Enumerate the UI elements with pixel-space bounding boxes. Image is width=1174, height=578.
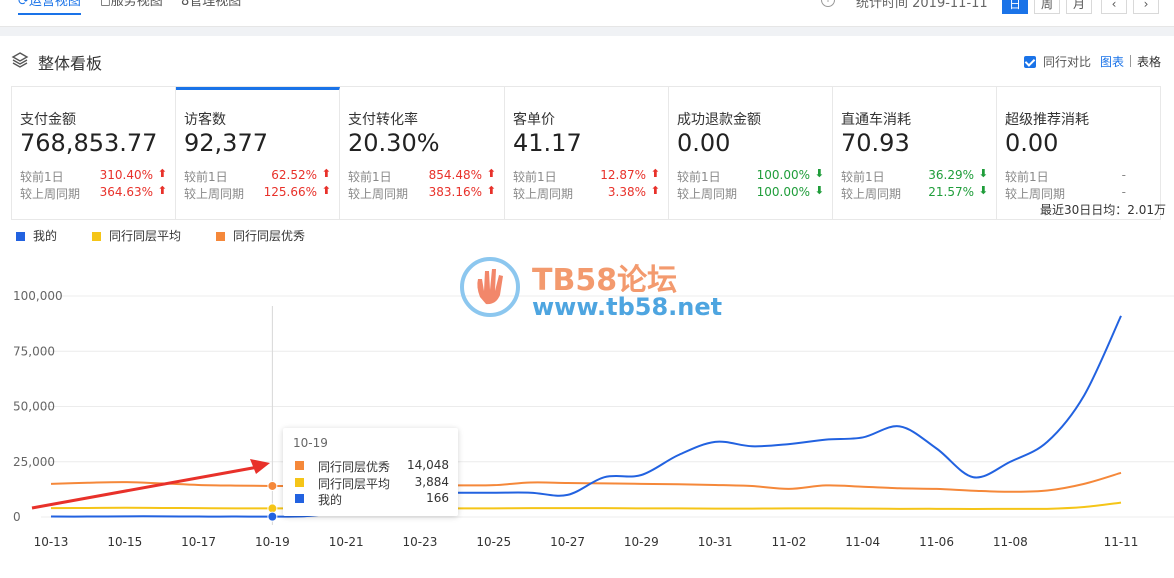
tooltip-swatch (295, 461, 304, 470)
x-tick-label: 10-17 (181, 535, 216, 549)
tooltip-value: 3,884 (414, 475, 449, 489)
y-tick-label: 100,000 (13, 289, 63, 303)
y-tick-label: 50,000 (13, 400, 55, 414)
x-tick-label: 10-31 (698, 535, 733, 549)
forum-watermark: TB58论坛 www.tb58.net (460, 255, 723, 325)
x-tick-label: 10-23 (403, 535, 438, 549)
x-tick-label: 10-29 (624, 535, 659, 549)
x-tick-label: 11-06 (919, 535, 954, 549)
tooltip-series-name: 同行同层平均 (318, 477, 391, 491)
tooltip-row-mine: 我的 166 (293, 491, 449, 507)
tooltip-swatch (295, 478, 304, 487)
tooltip-row-excellent: 同行同层优秀 14,048 (293, 458, 449, 474)
x-tick-label: 11-02 (771, 535, 806, 549)
x-tick-label: 10-21 (329, 535, 364, 549)
x-tick-label: 10-27 (550, 535, 585, 549)
tooltip-swatch (295, 494, 304, 503)
tooltip-value: 14,048 (407, 458, 449, 472)
y-tick-label: 0 (13, 510, 21, 524)
watermark-url: www.tb58.net (532, 293, 723, 321)
x-tick-label: 10-13 (34, 535, 69, 549)
tooltip-row-avg: 同行同层平均 3,884 (293, 475, 449, 491)
series-line-avg (50, 501, 1122, 511)
tooltip-series-name: 同行同层优秀 (318, 460, 391, 474)
x-tick-label: 10-15 (107, 535, 142, 549)
series-point-mine (267, 511, 278, 522)
chart-tooltip: 10-19 同行同层优秀 14,048 同行同层平均 3,884 我的 166 (283, 428, 458, 516)
series-line-mine (50, 315, 1122, 518)
x-tick-label: 11-04 (845, 535, 880, 549)
hand-logo-icon (460, 257, 520, 317)
tooltip-date: 10-19 (293, 436, 328, 450)
annotation-arrow (31, 465, 259, 510)
x-tick-label: 11-11 (1104, 535, 1139, 549)
x-tick-label: 11-08 (993, 535, 1028, 549)
series-point-avg (267, 503, 278, 514)
y-tick-label: 75,000 (13, 344, 55, 358)
x-tick-label: 10-19 (255, 535, 290, 549)
series-point-excellent (267, 480, 278, 491)
tooltip-value: 166 (426, 491, 449, 505)
x-tick-label: 10-25 (476, 535, 511, 549)
y-tick-label: 25,000 (13, 455, 55, 469)
tooltip-series-name: 我的 (318, 493, 343, 507)
